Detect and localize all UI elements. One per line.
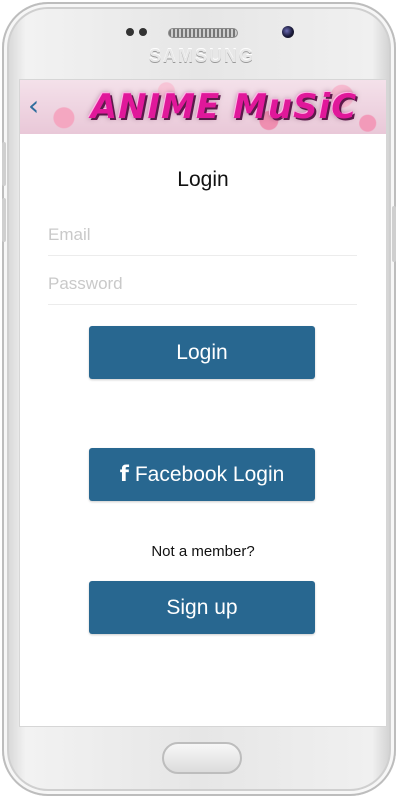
- login-button-label: Login: [176, 341, 228, 364]
- password-field[interactable]: [48, 264, 357, 305]
- app-screen: ‹ ANIME MuSiC Login Login fFacebook Logi…: [20, 80, 386, 726]
- not-member-text: Not a member?: [151, 543, 255, 560]
- earpiece-speaker: [168, 28, 238, 38]
- power-button: [392, 206, 396, 262]
- volume-up-button: [2, 142, 6, 186]
- signup-button-label: Sign up: [166, 596, 238, 619]
- app-header-banner: ‹ ANIME MuSiC: [20, 80, 386, 134]
- page-title: Login: [177, 168, 229, 191]
- login-button[interactable]: Login: [89, 326, 315, 379]
- facebook-login-button[interactable]: f Facebook Login: [89, 448, 315, 501]
- proximity-sensor: [126, 28, 134, 36]
- banner-title: ANIME MuSiC: [90, 87, 358, 127]
- home-button[interactable]: [162, 742, 242, 774]
- phone-frame: SAMSUNG ‹ ANIME MuSiC Login Login fFaceb…: [2, 2, 396, 796]
- light-sensor: [139, 28, 147, 36]
- facebook-login-label: Facebook Login: [134, 463, 285, 486]
- device-brand-logo: SAMSUNG: [148, 46, 255, 66]
- front-camera-icon: [282, 26, 294, 38]
- email-field[interactable]: [48, 215, 357, 256]
- volume-down-button: [2, 198, 6, 242]
- facebook-icon: f: [119, 462, 129, 486]
- signup-button[interactable]: Sign up: [89, 581, 315, 634]
- back-arrow-icon[interactable]: ‹: [28, 92, 54, 122]
